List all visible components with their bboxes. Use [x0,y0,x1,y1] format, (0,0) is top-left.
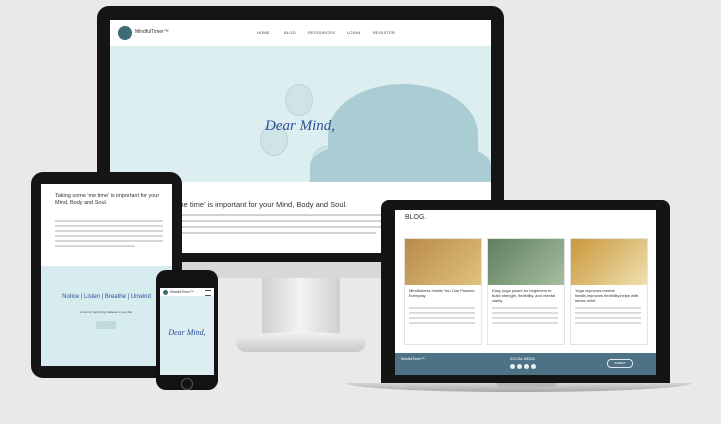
body-text-line [492,317,558,319]
desktop-monitor-stand [262,278,340,336]
cta-button[interactable] [96,321,116,329]
footer-brand: MindfulTimer™ [401,357,425,361]
logo-text[interactable]: MindfulTimer™ [135,29,169,35]
phone-logo-text[interactable]: MindfulTimer™ [170,290,194,294]
social-icon[interactable] [517,364,522,369]
body-text-line [575,322,641,324]
blog-title: BLOG. [405,214,427,221]
body-text-line [409,322,475,324]
phone-screen: MindfulTimer™ Dear Mind, [160,288,214,375]
silhouette-body [310,141,491,182]
body-text-line [55,230,163,232]
blog-card[interactable]: Yoga improves mental health,improves fle… [570,238,648,345]
site-navbar: MindfulTimer™ HOME BLOG RESOURCES LOGIN … [110,20,491,46]
logo-icon[interactable] [118,26,132,40]
social-icon[interactable] [531,364,536,369]
body-text-line [575,312,641,314]
blog-card[interactable]: Mindfulness Habits You Can Practice Ever… [404,238,482,345]
hero-title: Dear Mind, [265,118,335,134]
phone-hero-title: Dear Mind, [168,328,206,337]
body-text-line [55,240,163,242]
laptop-screen: BLOG. Mindfulness Habits You Can Practic… [395,210,656,375]
social-icon[interactable] [510,364,515,369]
tablet-section-title: Taking some 'me time' is important for y… [55,193,160,206]
body-text-line [492,322,558,324]
body-text-line [55,225,163,227]
nav-home[interactable]: HOME [257,30,270,35]
body-text-line [55,235,163,237]
section-title: 'me time' is important for your Mind, Bo… [176,200,348,209]
hero-banner: Dear Mind, [110,46,491,182]
nav-login[interactable]: LOGIN [347,30,360,35]
blog-card-title[interactable]: Mindfulness Habits You Can Practice Ever… [409,288,477,298]
logo-icon[interactable] [163,290,168,295]
body-text-line [55,245,135,247]
body-text-line [409,307,475,309]
nav-resources[interactable]: RESOURCES [308,30,335,35]
body-text-line [55,220,163,222]
blog-card-image [571,239,647,285]
blog-card-image [405,239,481,285]
blog-card-image [488,239,564,285]
nav-register[interactable]: REGISTER [373,30,395,35]
blog-card[interactable]: Easy yoga poses for beginners to build s… [487,238,565,345]
body-text-line [409,317,475,319]
nav-blog[interactable]: BLOG [284,30,296,35]
body-text-line [176,232,376,234]
body-text-line [492,307,558,309]
blog-card-title[interactable]: Yoga improves mental health,improves fle… [575,288,643,303]
body-text-line [575,317,641,319]
tablet-hero [41,266,172,366]
social-icon[interactable] [524,364,529,369]
newsletter-submit-button[interactable]: SUBMIT [607,359,633,368]
tagline: A tool for help bring balance to your li… [80,310,133,314]
body-text-line [492,312,558,314]
lightbulb-icon [285,84,313,116]
body-text-line [575,307,641,309]
body-text-line [409,312,475,314]
phone-home-button [181,378,193,390]
laptop-notch [497,383,557,387]
notice-strip: Notice | Listen | Breathe | Unwind [62,294,151,300]
footer-social-label: SOCIAL MEDIA [510,357,535,361]
tablet-screen: Taking some 'me time' is important for y… [41,184,172,366]
blog-card-title[interactable]: Easy yoga poses for beginners to build s… [492,288,560,303]
desktop-monitor-base [236,332,366,352]
